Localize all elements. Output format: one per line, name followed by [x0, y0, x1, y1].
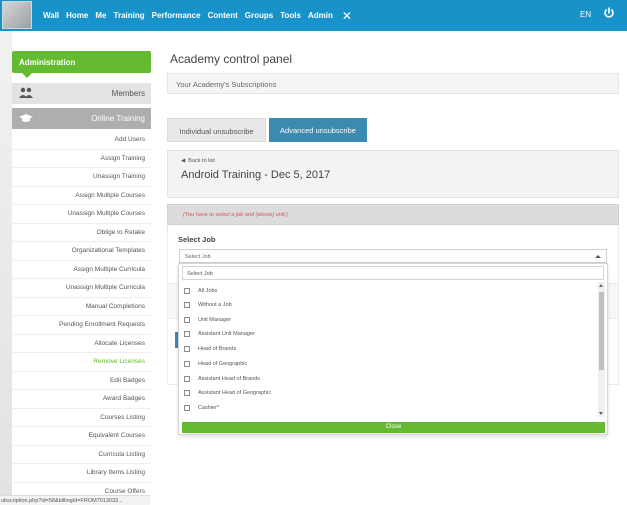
nav-performance[interactable]: Performance: [152, 11, 201, 20]
select-job-value: Select Job: [185, 254, 211, 260]
course-title: Android Training - Dec 5, 2017: [181, 169, 331, 181]
option-head-of-brands[interactable]: Head of Brands: [184, 342, 236, 356]
sidebar-link[interactable]: Allocate Licenses: [12, 335, 151, 353]
nav-tools[interactable]: Tools: [280, 11, 301, 20]
sidebar-item-label: Members: [111, 89, 145, 98]
sidebar-link[interactable]: Edit Badges: [12, 372, 151, 390]
nav-admin[interactable]: Admin: [308, 11, 333, 20]
graduation-cap-icon: [19, 114, 33, 122]
option-label: All Jobs: [198, 288, 218, 294]
academy-logo[interactable]: [2, 1, 32, 29]
scroll-down-icon[interactable]: [599, 412, 603, 415]
scroll-up-icon[interactable]: [599, 284, 603, 287]
option-cashier[interactable]: Cashier*: [184, 401, 219, 415]
option-label: Unit Manager: [198, 317, 232, 323]
page-title: Academy control panel: [170, 52, 293, 66]
option-label: Head of Geographic: [198, 361, 248, 367]
back-to-list-link[interactable]: ◀ Back to list: [181, 158, 215, 164]
hint-message: (You have to select a job and (above) un…: [167, 204, 619, 225]
checkbox[interactable]: [184, 302, 190, 308]
tab-advanced-unsubscribe[interactable]: Advanced unsubscribe: [269, 118, 367, 142]
option-without-job[interactable]: Without a Job: [184, 298, 232, 312]
option-label: Head of Brands: [198, 346, 237, 352]
scrollbar-thumb[interactable]: [599, 292, 604, 370]
option-assistant-head-of-brands[interactable]: Assistant Head of Brands: [184, 372, 260, 386]
users-icon: [19, 87, 33, 98]
nav-home[interactable]: Home: [66, 11, 88, 20]
course-panel: ◀ Back to list Android Training - Dec 5,…: [167, 150, 619, 198]
nav-content[interactable]: Content: [208, 11, 238, 20]
nav-me[interactable]: Me: [95, 11, 106, 20]
sidebar-link[interactable]: Equivalent Courses: [12, 427, 151, 446]
sidebar-link[interactable]: Unassign Multiple Courses: [12, 205, 151, 224]
sidebar-link[interactable]: Curricula Listing: [12, 446, 151, 464]
option-unit-manager[interactable]: Unit Manager: [184, 313, 231, 327]
close-icon[interactable]: ✕: [342, 9, 352, 23]
checkbox[interactable]: [184, 390, 190, 396]
dropdown-scrollbar[interactable]: [598, 282, 605, 417]
sidebar-link[interactable]: Manual Completions: [12, 298, 151, 316]
checkbox[interactable]: [184, 376, 190, 382]
checkbox[interactable]: [184, 405, 190, 411]
sidebar-link[interactable]: Oblige to Retake: [12, 224, 151, 242]
option-head-of-geographic[interactable]: Head of Geographic: [184, 357, 247, 371]
select-job-label: Select Job: [178, 235, 216, 244]
top-navigation-bar: Wall Home Me Training Performance Conten…: [0, 0, 627, 31]
option-all-jobs[interactable]: All Jobs: [184, 284, 217, 298]
sidebar-link[interactable]: Assign Training: [12, 150, 151, 168]
job-search-input[interactable]: Select Job: [182, 266, 604, 280]
option-label: Cashier*: [198, 405, 220, 411]
option-assistant-head-of-geographic[interactable]: Assistant Head of Geographic: [184, 386, 271, 400]
sidebar-title: Administration: [12, 51, 151, 78]
nav-wall[interactable]: Wall: [43, 11, 59, 20]
page-edge: [0, 31, 12, 505]
tab-individual-unsubscribe[interactable]: Individual unsubscribe: [167, 118, 266, 142]
checkbox[interactable]: [184, 288, 190, 294]
sidebar-link[interactable]: Unassign Multiple Curricula: [12, 279, 151, 298]
close-button[interactable]: Close: [182, 422, 605, 433]
sidebar-link[interactable]: Unassign Training: [12, 168, 151, 187]
status-bar-url: ubscription.php?id=58&billingId=FROM7013…: [0, 495, 150, 505]
sidebar-link[interactable]: Award Badges: [12, 390, 151, 409]
power-icon[interactable]: [603, 7, 615, 19]
sidebar-item-members[interactable]: Members: [12, 83, 151, 104]
option-assistant-unit-manager[interactable]: Assistant Unit Manager: [184, 327, 255, 341]
checkbox[interactable]: [184, 317, 190, 323]
option-label: Assistant Head of Geographic: [198, 390, 272, 396]
job-options-dropdown: Select Job All Jobs Without a Job Unit M…: [178, 263, 608, 435]
sidebar-link[interactable]: Courses Listing: [12, 409, 151, 427]
option-label: Assistant Unit Manager: [198, 331, 255, 337]
sidebar-item-online-training[interactable]: Online Training: [12, 108, 151, 129]
back-label: Back to list: [188, 158, 215, 164]
option-label: Assistant Head of Brands: [198, 376, 261, 382]
sidebar-link[interactable]: Organizational Templates: [12, 242, 151, 261]
sidebar-item-label: Online Training: [91, 114, 145, 123]
checkbox[interactable]: [184, 346, 190, 352]
sidebar-link[interactable]: Assign Multiple Courses: [12, 187, 151, 205]
checkbox[interactable]: [184, 361, 190, 367]
select-job-dropdown[interactable]: Select Job: [179, 249, 607, 263]
sidebar-link[interactable]: Add Users: [12, 131, 151, 150]
main-nav: Wall Home Me Training Performance Conten…: [43, 0, 352, 31]
language-selector[interactable]: EN: [580, 10, 591, 19]
subscriptions-header: Your Academy's Subscriptions: [167, 73, 619, 94]
sidebar-link[interactable]: Assign Multiple Curricula: [12, 261, 151, 279]
sidebar-links: Add Users Assign Training Unassign Train…: [12, 131, 151, 501]
checkbox[interactable]: [184, 331, 190, 337]
sidebar-link[interactable]: Library Items Listing: [12, 464, 151, 483]
caret-up-icon: [595, 255, 601, 258]
option-label: Without a Job: [198, 302, 232, 308]
sidebar-link[interactable]: Pending Enrollment Requests: [12, 316, 151, 335]
nav-training[interactable]: Training: [114, 11, 145, 20]
sidebar-link-active[interactable]: Remove Licenses: [12, 353, 151, 372]
nav-groups[interactable]: Groups: [245, 11, 273, 20]
